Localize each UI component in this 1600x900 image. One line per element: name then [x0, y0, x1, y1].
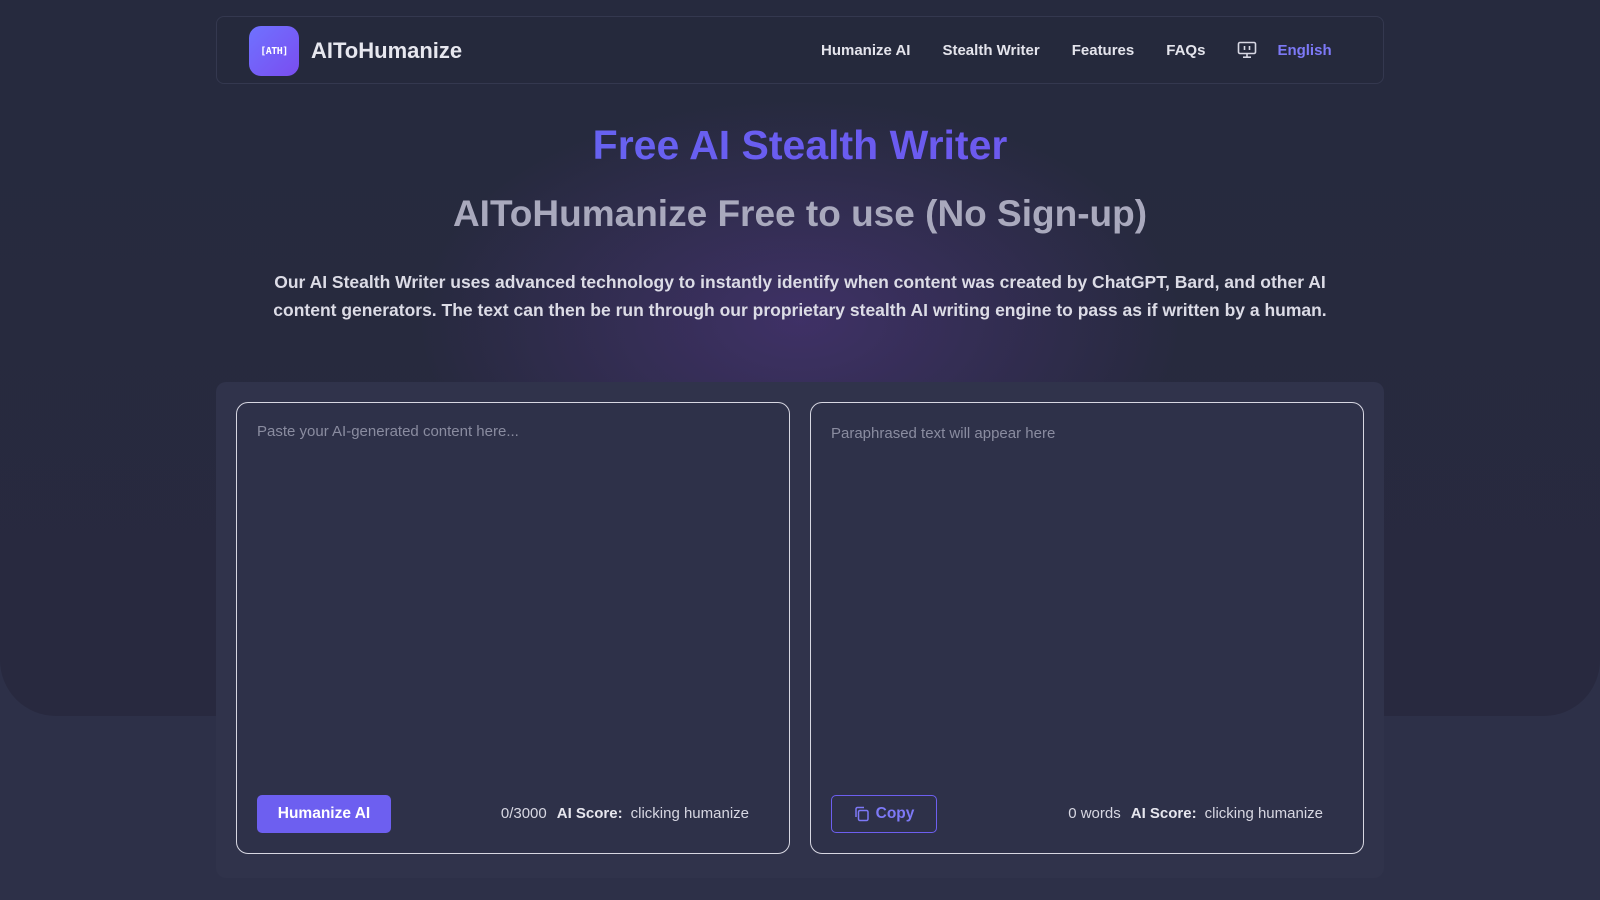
- logo-icon[interactable]: [ATH]: [249, 26, 299, 76]
- page-description: Our AI Stealth Writer uses advanced tech…: [273, 272, 1327, 320]
- content-input[interactable]: [257, 423, 767, 783]
- output-text: Paraphrased text will appear here: [831, 425, 1056, 442]
- top-navbar: [ATH] AIToHumanize Humanize AI Stealth W…: [216, 16, 1384, 84]
- copy-icon: [854, 806, 870, 822]
- copy-button-label: Copy: [875, 805, 915, 822]
- ai-score-value: clicking humanize: [630, 805, 749, 822]
- nav-links: Humanize AI Stealth Writer Features FAQs…: [821, 41, 1332, 59]
- humanizer-tool: Humanize AI 0/3000 AI Score: clicking hu…: [216, 382, 1384, 878]
- page-subtitle: AIToHumanize Free to use (No Sign-up): [452, 193, 1148, 234]
- nav-link-humanize-ai[interactable]: Humanize AI: [821, 42, 910, 59]
- logo-text: [ATH]: [260, 45, 288, 57]
- nav-link-stealth-writer[interactable]: Stealth Writer: [942, 42, 1039, 59]
- output-ai-score-value: clicking humanize: [1204, 805, 1323, 822]
- input-stats: 0/3000 AI Score: clicking humanize: [501, 805, 749, 822]
- ai-score-label: AI Score:: [556, 805, 623, 822]
- output-stats: 0 words AI Score: clicking humanize: [1068, 805, 1323, 822]
- monitor-icon[interactable]: [1237, 41, 1257, 59]
- char-count: 0/3000: [500, 805, 547, 822]
- language-selector[interactable]: English: [1277, 42, 1331, 59]
- output-ai-score-label: AI Score:: [1130, 805, 1197, 822]
- input-box: Humanize AI 0/3000 AI Score: clicking hu…: [236, 402, 790, 854]
- nav-link-features[interactable]: Features: [1072, 42, 1135, 59]
- brand-name[interactable]: AIToHumanize: [311, 38, 462, 64]
- nav-link-faqs[interactable]: FAQs: [1166, 42, 1205, 59]
- output-box: Paraphrased text will appear here Copy 0…: [810, 402, 1364, 854]
- page-title: Free AI Stealth Writer: [0, 122, 1600, 169]
- humanize-button[interactable]: Humanize AI: [257, 795, 391, 833]
- copy-button[interactable]: Copy: [831, 795, 937, 833]
- word-count: 0 words: [1068, 805, 1121, 822]
